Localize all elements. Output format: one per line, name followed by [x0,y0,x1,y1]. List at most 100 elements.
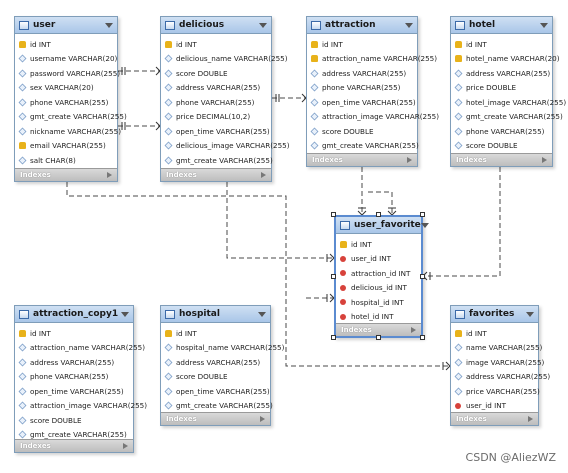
column-row[interactable]: salt CHAR(8) [15,153,117,168]
column-row[interactable]: attraction_id INT [336,266,421,281]
column-row[interactable]: phone VARCHAR(255) [307,81,417,96]
table-header[interactable]: hospital [161,306,270,323]
column-row[interactable]: id INT [15,37,117,52]
column-row[interactable]: score DOUBLE [15,413,133,428]
resize-handle[interactable] [420,212,425,217]
column-row[interactable]: price DOUBLE [451,81,552,96]
column-row[interactable]: delicious_image VARCHAR(255) [161,139,290,154]
column-row[interactable]: open_time VARCHAR(255) [307,95,417,110]
table-header[interactable]: attraction [307,17,417,34]
expand-arrow-icon[interactable] [123,443,128,449]
table-hotel[interactable]: hotel id INT hotel_name VARCHAR(20) addr… [450,16,566,167]
table-delicious[interactable]: delicious id INT delicious_name VARCHAR(… [160,16,290,182]
column-row[interactable]: score DOUBLE [161,370,270,385]
column-row[interactable]: phone VARCHAR(255) [15,370,133,385]
column-row[interactable]: user_id INT [451,399,538,414]
indexes-section[interactable]: Indexes [161,168,271,181]
column-row[interactable]: score DOUBLE [161,66,271,81]
table-header[interactable]: favorites [451,306,538,323]
chevron-down-icon[interactable] [121,311,129,317]
expand-arrow-icon[interactable] [260,416,265,422]
indexes-section[interactable]: Indexes [15,168,117,181]
column-row[interactable]: hotel_image VARCHAR(255) [451,95,566,110]
table-attraction[interactable]: attraction id INT attraction_name VARCHA… [306,16,439,167]
table-header[interactable]: user_favorite [336,217,429,234]
column-row[interactable]: delicious_name VARCHAR(255) [161,52,288,67]
table-header[interactable]: attraction_copy1 [15,306,133,323]
column-row[interactable]: hotel_name VARCHAR(20) [451,52,560,67]
expand-arrow-icon[interactable] [411,327,416,333]
resize-handle[interactable] [420,274,425,279]
column-row[interactable]: gmt_create VARCHAR(255) [15,110,127,125]
column-row[interactable]: address VARCHAR(255) [161,81,271,96]
chevron-down-icon[interactable] [259,22,267,28]
resize-handle[interactable] [376,335,381,340]
chevron-down-icon[interactable] [526,311,534,317]
column-row[interactable]: gmt_create VARCHAR(255) [161,153,273,168]
column-row[interactable]: hospital_name VARCHAR(255) [161,341,284,356]
column-row[interactable]: open_time VARCHAR(255) [161,124,271,139]
expand-arrow-icon[interactable] [261,172,266,178]
chevron-down-icon[interactable] [258,311,266,317]
column-row[interactable]: delicious_id INT [336,281,421,296]
column-row[interactable]: email VARCHAR(255) [15,139,117,154]
column-row[interactable]: image VARCHAR(255) [451,355,544,370]
column-row[interactable]: phone VARCHAR(255) [15,95,117,110]
column-row[interactable]: nickname VARCHAR(255) [15,124,121,139]
column-row[interactable]: attraction_name VARCHAR(255) [307,52,437,67]
column-row[interactable]: attraction_name VARCHAR(255) [15,341,145,356]
expand-arrow-icon[interactable] [528,416,533,422]
column-row[interactable]: id INT [336,237,421,252]
column-row[interactable]: score DOUBLE [451,139,552,154]
column-row[interactable]: attraction_image VARCHAR(255) [307,110,439,125]
column-row[interactable]: password VARCHAR(255) [15,66,120,81]
column-row[interactable]: hospital_id INT [336,295,421,310]
column-row[interactable]: id INT [15,326,133,341]
expand-arrow-icon[interactable] [107,172,112,178]
table-hospital[interactable]: hospital id INT hospital_name VARCHAR(25… [160,305,284,426]
indexes-section[interactable]: Indexes [307,153,417,166]
column-row[interactable]: phone VARCHAR(255) [161,95,271,110]
table-attraction-copy1[interactable]: attraction_copy1 id INT attraction_name … [14,305,147,453]
expand-arrow-icon[interactable] [407,157,412,163]
table-header[interactable]: delicious [161,17,271,34]
column-row[interactable]: gmt_create VARCHAR(255) [307,139,419,154]
resize-handle[interactable] [420,335,425,340]
column-row[interactable]: open_time VARCHAR(255) [161,384,270,399]
column-row[interactable]: address VARCHAR(255) [307,66,417,81]
chevron-down-icon[interactable] [105,22,113,28]
column-row[interactable]: open_time VARCHAR(255) [15,384,133,399]
column-row[interactable]: id INT [451,326,538,341]
table-user-favorite[interactable]: user_favorite id INT user_id INT attract… [334,215,429,338]
column-row[interactable]: phone VARCHAR(255) [451,124,552,139]
column-row[interactable]: username VARCHAR(20) [15,52,117,67]
column-row[interactable]: address VARCHAR(255) [451,370,550,385]
column-row[interactable]: address VARCHAR(255) [161,355,270,370]
table-user[interactable]: user id INT username VARCHAR(20) passwor… [14,16,127,182]
column-row[interactable]: id INT [161,37,271,52]
chevron-down-icon[interactable] [405,22,413,28]
column-row[interactable]: name VARCHAR(255) [451,341,542,356]
indexes-section[interactable]: Indexes [15,439,133,452]
indexes-section[interactable]: Indexes [161,412,270,425]
resize-handle[interactable] [376,212,381,217]
chevron-down-icon[interactable] [540,22,548,28]
column-row[interactable]: hotel_id INT [336,310,421,325]
column-row[interactable]: user_id INT [336,252,421,267]
column-row[interactable]: score DOUBLE [307,124,417,139]
column-row[interactable]: price VARCHAR(255) [451,384,540,399]
chevron-down-icon[interactable] [420,222,429,228]
resize-handle[interactable] [331,212,336,217]
table-favorites[interactable]: favorites id INT name VARCHAR(255) image… [450,305,550,426]
table-header[interactable]: hotel [451,17,552,34]
expand-arrow-icon[interactable] [542,157,547,163]
column-row[interactable]: id INT [161,326,270,341]
table-header[interactable]: user [15,17,117,34]
column-row[interactable]: attraction_image VARCHAR(255) [15,399,147,414]
column-row[interactable]: id INT [307,37,417,52]
indexes-section[interactable]: Indexes [451,153,552,166]
indexes-section[interactable]: Indexes [451,412,538,425]
column-row[interactable]: id INT [451,37,552,52]
column-row[interactable]: price DECIMAL(10,2) [161,110,271,125]
resize-handle[interactable] [331,274,336,279]
